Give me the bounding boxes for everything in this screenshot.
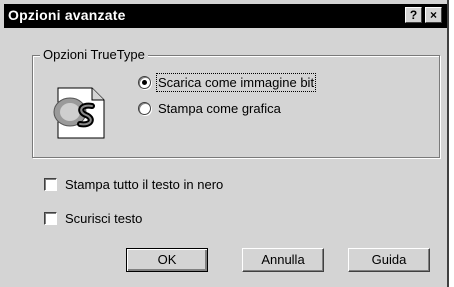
radio-button-selected[interactable] bbox=[138, 75, 151, 89]
advanced-options-dialog: Opzioni avanzate ? × Opzioni TrueType Sc… bbox=[0, 0, 449, 287]
close-button[interactable]: × bbox=[425, 7, 442, 23]
group-legend: Opzioni TrueType bbox=[40, 47, 148, 62]
checkbox-print-black-text[interactable]: Stampa tutto il testo in nero bbox=[44, 175, 223, 193]
checkbox-label: Scurisci testo bbox=[65, 210, 143, 226]
help-button[interactable]: ? bbox=[405, 7, 422, 23]
guide-button[interactable]: Guida bbox=[348, 248, 430, 272]
window-title: Opzioni avanzate bbox=[8, 7, 126, 23]
cancel-button[interactable]: Annulla bbox=[242, 248, 324, 272]
title-bar[interactable]: Opzioni avanzate ? × bbox=[4, 4, 447, 28]
radio-download-bitmap[interactable]: Scarica come immagine bit bbox=[138, 72, 317, 92]
radio-label: Stampa come grafica bbox=[158, 100, 281, 116]
checkbox[interactable] bbox=[44, 211, 57, 225]
radio-button[interactable] bbox=[138, 101, 151, 115]
truetype-font-icon bbox=[53, 87, 105, 139]
checkbox-darken-text[interactable]: Scurisci testo bbox=[44, 209, 142, 227]
radio-print-graphic[interactable]: Stampa come grafica bbox=[138, 99, 281, 117]
ok-button[interactable]: OK bbox=[126, 248, 208, 272]
checkbox-label: Stampa tutto il testo in nero bbox=[65, 176, 224, 192]
checkbox[interactable] bbox=[44, 177, 57, 191]
radio-label: Scarica come immagine bit bbox=[155, 72, 317, 92]
